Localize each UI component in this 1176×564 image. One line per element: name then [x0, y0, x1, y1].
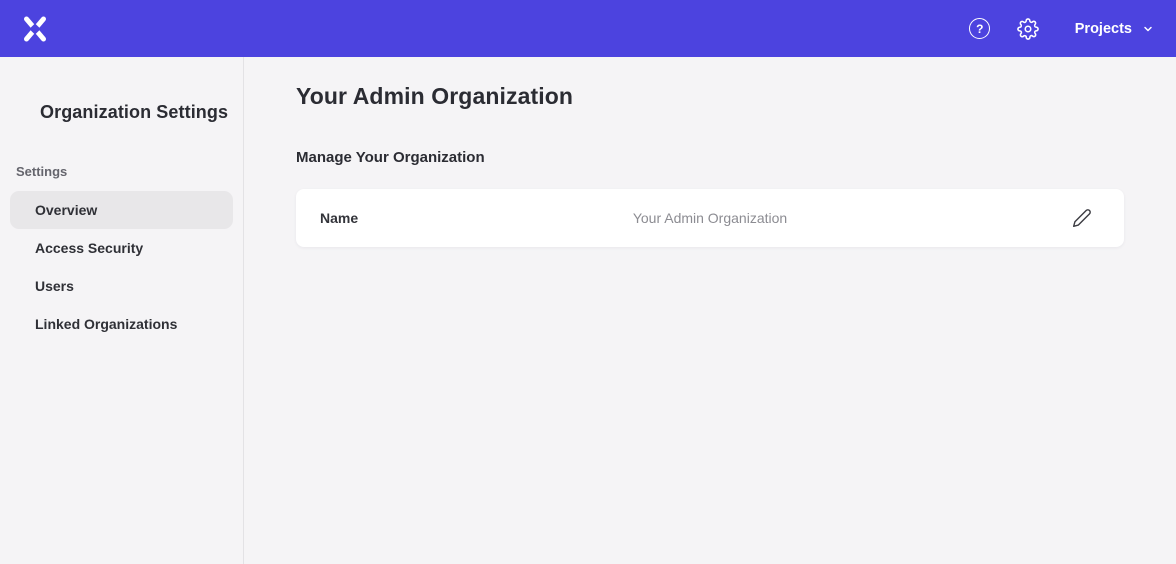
page-body: Organization Settings Settings Overview …	[0, 57, 1176, 564]
sidebar-section-label: Settings	[0, 164, 243, 179]
sidebar-item-label: Access Security	[35, 240, 143, 256]
pencil-icon	[1072, 208, 1092, 228]
brand-x-logo[interactable]	[20, 14, 50, 44]
projects-label: Projects	[1075, 21, 1132, 37]
chevron-down-icon	[1142, 23, 1154, 35]
topbar-actions: ? Projects	[963, 12, 1156, 46]
sidebar-item-label: Overview	[35, 202, 97, 218]
sidebar-item-label: Users	[35, 278, 74, 294]
brand-x-logo-icon	[22, 15, 48, 43]
main-content: Your Admin Organization Manage Your Orga…	[244, 57, 1176, 564]
sidebar: Organization Settings Settings Overview …	[0, 57, 244, 564]
projects-menu-button[interactable]: Projects	[1073, 17, 1156, 41]
organization-name-card: Name Your Admin Organization	[296, 189, 1124, 247]
help-button[interactable]: ?	[963, 12, 997, 46]
edit-name-button[interactable]	[1064, 200, 1100, 236]
help-glyph: ?	[976, 23, 983, 35]
sidebar-item-label: Linked Organizations	[35, 316, 177, 332]
sidebar-item-linked-organizations[interactable]: Linked Organizations	[10, 305, 233, 343]
sidebar-item-users[interactable]: Users	[10, 267, 233, 305]
page-title: Your Admin Organization	[296, 83, 1124, 110]
name-field-value: Your Admin Organization	[633, 210, 787, 226]
help-circle-icon: ?	[969, 18, 990, 39]
sidebar-title: Organization Settings	[0, 102, 243, 123]
sidebar-nav: Overview Access Security Users Linked Or…	[0, 191, 243, 343]
topbar: ? Projects	[0, 0, 1176, 57]
name-field-label: Name	[320, 210, 358, 226]
gear-icon	[1017, 18, 1039, 40]
sidebar-item-overview[interactable]: Overview	[10, 191, 233, 229]
settings-button[interactable]	[1011, 12, 1045, 46]
sidebar-item-access-security[interactable]: Access Security	[10, 229, 233, 267]
section-title: Manage Your Organization	[296, 149, 1124, 166]
